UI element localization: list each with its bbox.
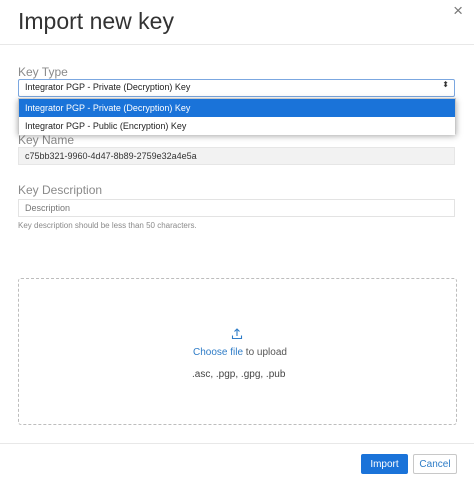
footer-divider: [0, 443, 474, 444]
key-description-input[interactable]: [18, 199, 455, 217]
select-arrows-icon: ⬍: [442, 80, 449, 89]
option-public-key[interactable]: Integrator PGP - Public (Encryption) Key: [19, 117, 455, 135]
upload-instructions: Choose file to upload: [193, 347, 287, 358]
key-type-dropdown: Integrator PGP - Private (Decryption) Ke…: [18, 98, 456, 135]
key-description-label: Key Description: [18, 183, 103, 197]
choose-file-link[interactable]: Choose file: [193, 347, 243, 358]
cancel-button[interactable]: Cancel: [413, 454, 457, 474]
dialog-title: Import new key: [18, 8, 174, 34]
key-name-label: Key Name: [18, 133, 75, 147]
allowed-extensions: .asc, .pgp, .gpg, .pub: [192, 369, 286, 380]
to-upload-text: to upload: [243, 347, 287, 358]
key-name-field: c75bb321-9960-4d47-8b89-2759e32a4e5a: [18, 147, 455, 165]
close-icon[interactable]: ×: [453, 2, 463, 19]
import-button[interactable]: Import: [361, 454, 408, 474]
key-description-hint: Key description should be less than 50 c…: [18, 221, 197, 230]
key-type-select[interactable]: Integrator PGP - Private (Decryption) Ke…: [18, 79, 455, 97]
key-name-value: c75bb321-9960-4d47-8b89-2759e32a4e5a: [25, 151, 197, 161]
import-key-dialog: Import new key × Key Type Integrator PGP…: [0, 0, 474, 481]
key-type-selected-value: Integrator PGP - Private (Decryption) Ke…: [25, 82, 191, 92]
dialog-header: Import new key ×: [0, 0, 474, 45]
upload-icon: [231, 328, 243, 340]
option-private-key[interactable]: Integrator PGP - Private (Decryption) Ke…: [19, 99, 455, 117]
key-type-label: Key Type: [18, 65, 68, 79]
